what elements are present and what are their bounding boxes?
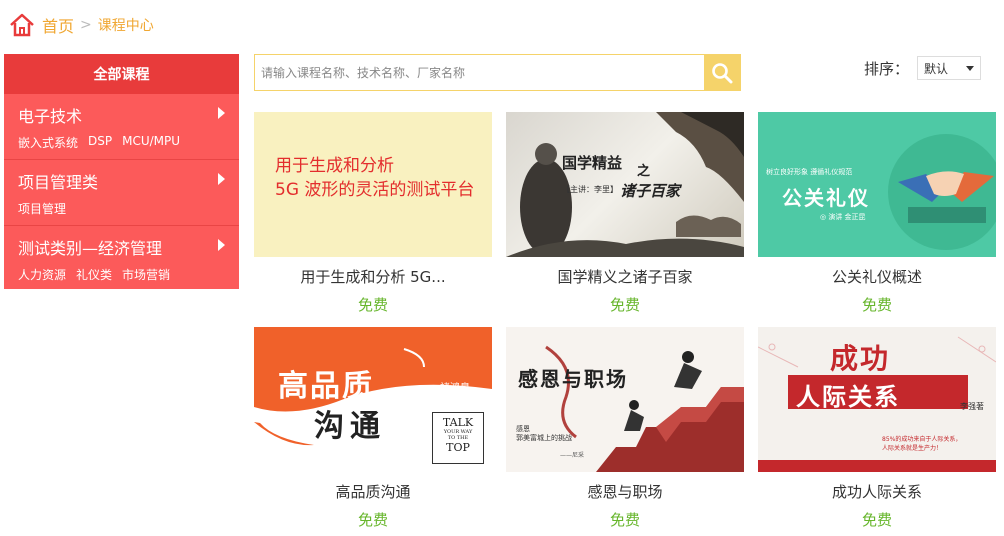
course-thumbnail[interactable]: 树立良好形象 遵循礼仪规范 公关礼仪 ◎ 演讲 金正昆 [758, 112, 996, 257]
thumbnail-slogan: 树立良好形象 遵循礼仪规范 [766, 168, 853, 176]
course-card[interactable]: 感恩与职场 感恩 郭美富城上的挑战 ——尼采 感恩与职场 免费 [506, 327, 744, 530]
thumbnail-badge: TALK YOUR WAY TO THE TOP [432, 412, 484, 464]
thumbnail-title: 国学精益 [562, 154, 623, 172]
course-card[interactable]: 国学精益 之 诸子百家 【主讲：李里】 国学精义之诸子百家 免费 [506, 112, 744, 315]
breadcrumb-separator: > [80, 17, 92, 33]
thumbnail-line: 人际关系 [796, 383, 900, 411]
course-category-sidebar: 全部课程 电子技术 嵌入式系统 DSP MCU/MPU 项目管理类 项目管理 测… [4, 54, 239, 289]
thumbnail-author: 李强著 [960, 402, 984, 411]
thumbnail-quote: 感恩 郭美富城上的挑战 [516, 425, 572, 442]
thumbnail-sign: ——尼采 [560, 452, 585, 459]
sidebar-subitem[interactable]: 项目管理 [18, 200, 66, 217]
sidebar-subitem[interactable]: 市场营销 [122, 266, 170, 283]
course-price: 免费 [609, 296, 640, 314]
thumbnail-title: 公关礼仪 [782, 186, 870, 210]
sidebar-header[interactable]: 全部课程 [4, 54, 239, 94]
search-icon [712, 62, 733, 83]
thumbnail-lecturer: ◎ 演讲 金正昆 [820, 213, 866, 221]
thumbnail-note: 85%的成功来自于人际关系， 人际关系就是生产力！ [882, 436, 962, 452]
course-title[interactable]: 成功人际关系 [758, 481, 996, 503]
caret-right-icon[interactable] [218, 239, 225, 251]
course-price: 免费 [357, 296, 388, 314]
search-bar [254, 54, 741, 91]
thumbnail-lecturer: 【主讲：李里】 [562, 185, 618, 194]
thumbnail-title: 感恩与职场 [518, 367, 628, 391]
thumbnail-line: 用于生成和分析 [275, 156, 394, 176]
sidebar-group-economics: 测试类别—经济管理 人力资源 礼仪类 市场营销 [4, 226, 239, 291]
course-title[interactable]: 用于生成和分析 5G... [254, 266, 492, 288]
thumbnail-line: 成功 [830, 342, 891, 375]
course-thumbnail[interactable]: 感恩与职场 感恩 郭美富城上的挑战 ——尼采 [506, 327, 744, 472]
thumbnail-badge-text: TOP [446, 441, 470, 454]
thumbnail-subject: 诸子百家 [620, 182, 681, 200]
sidebar-group-electronics: 电子技术 嵌入式系统 DSP MCU/MPU [4, 94, 239, 160]
breadcrumb-current: 课程中心 [97, 18, 154, 34]
sort-select[interactable]: 默认 [917, 56, 982, 80]
thumbnail-author: 褚鸿臬 [440, 383, 470, 394]
sidebar-subitem[interactable]: DSP [88, 134, 112, 151]
thumbnail-badge-text: TALK [442, 416, 474, 429]
sort-label: 排序： [864, 59, 910, 78]
thumbnail-line: 沟通 [314, 409, 386, 444]
course-card[interactable]: 高品质 沟通 褚鸿臬 TALK YOUR WAY TO THE TOP 高品质沟… [254, 327, 492, 530]
sidebar-group-title[interactable]: 项目管理类 [18, 169, 98, 193]
course-thumbnail[interactable]: 高品质 沟通 褚鸿臬 TALK YOUR WAY TO THE TOP [254, 327, 492, 472]
caret-right-icon[interactable] [218, 107, 225, 119]
course-thumbnail[interactable]: 国学精益 之 诸子百家 【主讲：李里】 [506, 112, 744, 257]
course-title[interactable]: 感恩与职场 [506, 481, 744, 503]
thumbnail-line: 高品质 [278, 369, 374, 404]
course-title[interactable]: 国学精义之诸子百家 [506, 266, 744, 288]
sidebar-subitem[interactable]: MCU/MPU [122, 134, 180, 151]
home-icon[interactable] [8, 12, 36, 38]
sort-selected-value: 默认 [924, 61, 949, 76]
sidebar-group-project-management: 项目管理类 项目管理 [4, 160, 239, 226]
course-title[interactable]: 高品质沟通 [254, 481, 492, 503]
course-price: 免费 [357, 511, 388, 529]
thumbnail-connector: 之 [637, 164, 651, 179]
thumbnail-line: 5G 波形的灵活的测试平台 [275, 180, 475, 200]
search-input[interactable] [255, 55, 717, 90]
breadcrumb-home-link[interactable]: 首页 [42, 13, 74, 37]
sidebar-subitem[interactable]: 嵌入式系统 [18, 134, 78, 151]
chevron-down-icon [966, 66, 975, 71]
sidebar-subitem[interactable]: 人力资源 [18, 266, 66, 283]
course-price: 免费 [861, 296, 892, 314]
course-thumbnail[interactable]: 用于生成和分析 5G 波形的灵活的测试平台 [254, 112, 492, 257]
sidebar-group-title[interactable]: 测试类别—经济管理 [18, 235, 162, 259]
thumbnail-art [545, 345, 744, 472]
course-card[interactable]: 用于生成和分析 5G 波形的灵活的测试平台 用于生成和分析 5G... 免费 [254, 112, 492, 315]
caret-right-icon[interactable] [218, 173, 225, 185]
sidebar-subitem[interactable]: 礼仪类 [76, 266, 112, 283]
course-price: 免费 [609, 511, 640, 529]
course-title[interactable]: 公关礼仪概述 [758, 266, 996, 288]
course-card[interactable]: 树立良好形象 遵循礼仪规范 公关礼仪 ◎ 演讲 金正昆 公关礼仪概述 免费 [758, 112, 996, 315]
course-thumbnail[interactable]: 成功 人际关系 李强著 85%的成功来自于人际关系， 人际关系就是生产力！ [758, 327, 996, 472]
sort-control: 排序： 默认 [864, 56, 982, 80]
search-button[interactable] [704, 55, 740, 90]
course-card[interactable]: 成功 人际关系 李强著 85%的成功来自于人际关系， 人际关系就是生产力！ 成功… [758, 327, 996, 530]
breadcrumb: 首页 > 课程中心 [8, 10, 154, 40]
course-price: 免费 [861, 511, 892, 529]
sidebar-group-title[interactable]: 电子技术 [18, 103, 82, 127]
